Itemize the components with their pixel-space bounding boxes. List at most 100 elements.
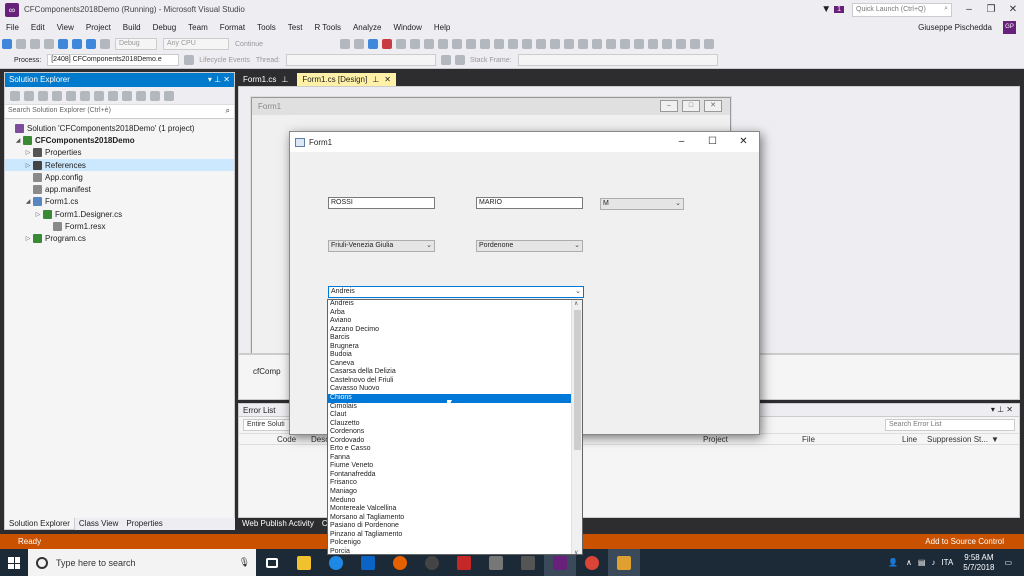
- tree-item-form1-resx[interactable]: Form1.resx: [5, 220, 234, 232]
- town-option[interactable]: Barcis: [328, 334, 572, 343]
- tab-properties[interactable]: Properties: [122, 518, 166, 530]
- close-button[interactable]: ✕: [1002, 0, 1024, 19]
- save-all-icon[interactable]: [72, 39, 82, 49]
- preview-icon[interactable]: [164, 90, 174, 101]
- undo-icon[interactable]: [86, 39, 96, 49]
- col-project[interactable]: Project: [703, 435, 728, 444]
- town-option[interactable]: Brugnera: [328, 343, 572, 352]
- align-top-icon[interactable]: [522, 39, 532, 49]
- language-indicator[interactable]: ITA: [941, 558, 953, 567]
- menu-team[interactable]: Team: [182, 23, 214, 32]
- horizontal-spacing-icon[interactable]: [620, 39, 630, 49]
- town-option[interactable]: Fanna: [328, 454, 572, 463]
- file-explorer-icon[interactable]: [288, 549, 320, 576]
- form-minimize-button[interactable]: –: [666, 132, 697, 152]
- user-name[interactable]: Giuseppe Pischedda: [918, 23, 992, 32]
- town-option[interactable]: Maniago: [328, 488, 572, 497]
- taskbar-search[interactable]: Type here to search 🎙: [28, 549, 256, 576]
- town-option[interactable]: Caneva: [328, 360, 572, 369]
- form-maximize-button[interactable]: ☐: [697, 132, 728, 152]
- filter-thread-icon[interactable]: [440, 55, 451, 65]
- town-option[interactable]: Casarsa della Delizia: [328, 368, 572, 377]
- show-hidden-icons-icon[interactable]: ∧: [906, 558, 912, 567]
- gender-combobox[interactable]: M ⌄: [600, 198, 684, 210]
- menu-format[interactable]: Format: [214, 23, 251, 32]
- menu-r-tools[interactable]: R Tools: [308, 23, 347, 32]
- people-icon[interactable]: 👤: [888, 558, 898, 567]
- grid-icon[interactable]: [606, 39, 616, 49]
- town-option[interactable]: Morsano al Tagliamento: [328, 514, 572, 523]
- add-to-source-control-button[interactable]: Add to Source Control: [925, 537, 1004, 546]
- town-option[interactable]: Porcia: [328, 548, 572, 554]
- show-next-statement-icon[interactable]: [410, 39, 420, 49]
- same-width-icon[interactable]: [564, 39, 574, 49]
- town-option[interactable]: Arba: [328, 309, 572, 318]
- notification-badge[interactable]: 1: [834, 6, 844, 13]
- menu-analyze[interactable]: Analyze: [347, 23, 387, 32]
- properties-icon[interactable]: [150, 90, 160, 101]
- town-option[interactable]: Andreis: [328, 300, 572, 309]
- toolbox-icon[interactable]: [466, 39, 476, 49]
- town-option[interactable]: Castelnovo del Friuli: [328, 377, 572, 386]
- tree-item-properties[interactable]: ▷ Properties: [5, 147, 234, 159]
- redo-icon[interactable]: [100, 39, 110, 49]
- running-form-app-icon[interactable]: [608, 549, 640, 576]
- sync-icon[interactable]: [80, 90, 90, 101]
- town-option[interactable]: Polcenigo: [328, 539, 572, 548]
- menu-file[interactable]: File: [0, 23, 25, 32]
- menu-test[interactable]: Test: [282, 23, 309, 32]
- tray-component-cfcomp[interactable]: cfComp: [253, 367, 281, 376]
- tree-item-app-manifest[interactable]: app.manifest: [5, 183, 234, 195]
- home-icon[interactable]: [38, 90, 48, 101]
- bring-to-front-icon[interactable]: [676, 39, 686, 49]
- menu-debug[interactable]: Debug: [147, 23, 183, 32]
- tab-form1-design[interactable]: Form1.cs [Design] ⊥ ✕: [297, 73, 396, 86]
- menu-edit[interactable]: Edit: [25, 23, 51, 32]
- refresh-icon[interactable]: [94, 90, 104, 101]
- town-option[interactable]: Claut: [328, 411, 572, 420]
- menu-window[interactable]: Window: [387, 23, 427, 32]
- tree-item-project[interactable]: ◢ CFComponents2018Demo: [5, 134, 234, 146]
- menu-project[interactable]: Project: [80, 23, 117, 32]
- menu-tools[interactable]: Tools: [251, 23, 282, 32]
- town-option[interactable]: Erto e Casso: [328, 445, 572, 454]
- same-size-icon[interactable]: [592, 39, 602, 49]
- platform-dropdown[interactable]: Any CPU: [163, 38, 229, 50]
- tree-item-form1-designer[interactable]: ▷ Form1.Designer.cs: [5, 208, 234, 220]
- tab-web-publish-activity[interactable]: Web Publish Activity: [238, 518, 318, 530]
- back-icon[interactable]: [10, 90, 20, 101]
- save-icon[interactable]: [58, 39, 68, 49]
- avatar[interactable]: GP: [1003, 21, 1016, 34]
- error-search-input[interactable]: Search Error List: [885, 419, 1015, 431]
- tree-item-references[interactable]: ▷ References: [5, 158, 234, 172]
- stack-frame-dropdown[interactable]: [517, 54, 718, 66]
- align-middle-icon[interactable]: [536, 39, 546, 49]
- center-vertical-icon[interactable]: [662, 39, 672, 49]
- town-option[interactable]: Azzano Decimo: [328, 326, 572, 335]
- menu-view[interactable]: View: [51, 23, 80, 32]
- collapse-all-icon[interactable]: [108, 90, 118, 101]
- thread-dropdown[interactable]: [285, 54, 436, 66]
- panel-pin-close-icons[interactable]: ▾ ⊥ ✕: [991, 405, 1013, 414]
- filter-icon[interactable]: ▼: [991, 435, 999, 444]
- action-center-icon[interactable]: ▭: [1004, 558, 1012, 567]
- same-height-icon[interactable]: [578, 39, 588, 49]
- col-line[interactable]: Line: [902, 435, 917, 444]
- menu-build[interactable]: Build: [117, 23, 147, 32]
- town-option[interactable]: Meduno: [328, 497, 572, 506]
- tab-solution-explorer[interactable]: Solution Explorer: [4, 518, 75, 530]
- open-file-icon[interactable]: [44, 39, 54, 49]
- restart-icon[interactable]: [396, 39, 406, 49]
- back-icon[interactable]: [2, 39, 12, 49]
- stop-icon[interactable]: [382, 39, 392, 49]
- tree-item-form1[interactable]: ◢ Form1.cs: [5, 196, 234, 208]
- town-option[interactable]: Clauzetto: [328, 420, 572, 429]
- show-all-files-icon[interactable]: [122, 90, 132, 101]
- pending-changes-filter-icon[interactable]: [66, 90, 76, 101]
- align-left-icon[interactable]: [480, 39, 490, 49]
- step-over-icon[interactable]: [438, 39, 448, 49]
- view-code-icon[interactable]: [136, 90, 146, 101]
- lifecycle-events-dropdown[interactable]: Lifecycle Events: [199, 57, 250, 64]
- col-file[interactable]: File: [802, 435, 815, 444]
- flag-thread-icon[interactable]: [454, 55, 465, 65]
